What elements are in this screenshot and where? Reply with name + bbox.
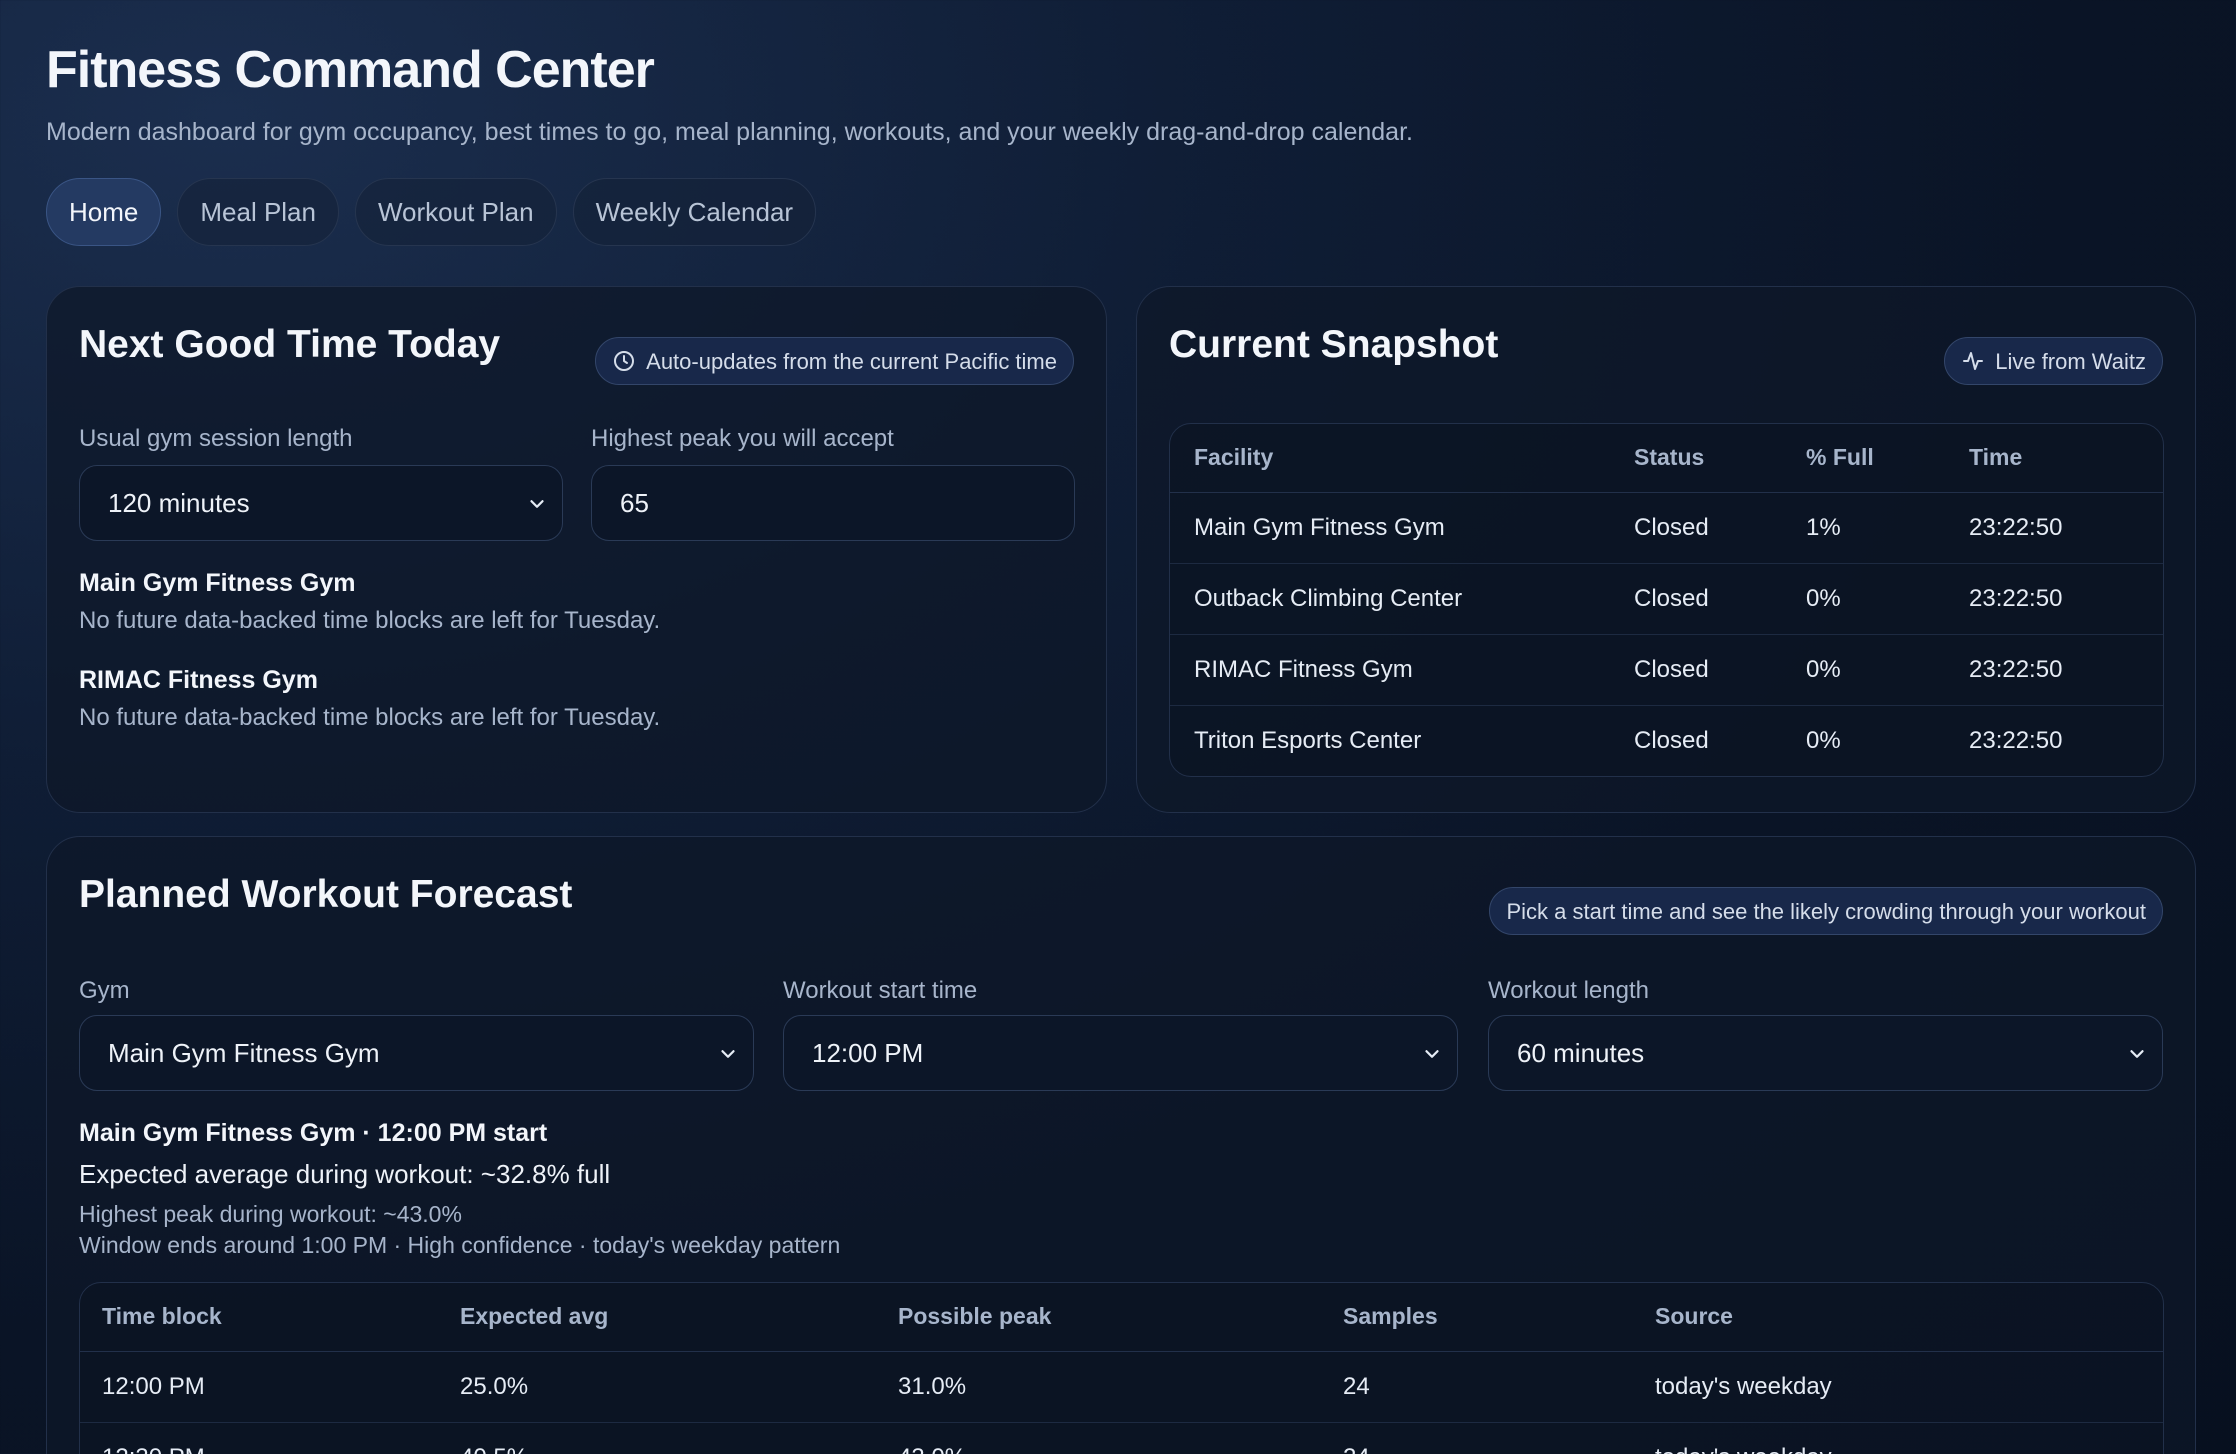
forecast-title: Planned Workout Forecast [79,873,573,916]
time-cell: 23:22:50 [1969,492,2163,564]
session-length-value: 120 minutes [108,488,250,518]
next-good-time-title: Next Good Time Today [79,323,501,366]
table-row: Outback Climbing Center Closed 0% 23:22:… [1170,563,2163,635]
start-time-select[interactable]: 12:00 PM [783,1015,1458,1091]
tab-meal-plan[interactable]: Meal Plan [177,178,339,246]
activity-icon [1963,352,1984,370]
status-cell: Closed [1634,726,1709,754]
possible-peak-cell: 43.0% [898,1422,1343,1454]
chevron-down-icon [721,1050,735,1058]
auto-update-text: Auto-updates from the current Pacific ti… [646,348,1057,374]
auto-update-badge: Auto-updates from the current Pacific ti… [595,337,1074,385]
facility-cell: Main Gym Fitness Gym [1170,492,1634,564]
snapshot-table: Facility Status % Full Time Main Gym Fit… [1169,423,2164,777]
possible-peak-cell: 31.0% [898,1351,1343,1423]
gym-name-main: Main Gym Fitness Gym [79,569,356,597]
column-header: Possible peak [898,1283,1343,1352]
forecast-summary-heading: Main Gym Fitness Gym · 12:00 PM start [79,1119,548,1147]
table-row: 12:00 PM 25.0% 31.0% 24 today's weekday [80,1351,2163,1423]
column-header: Time [1969,424,2163,493]
page-subtitle: Modern dashboard for gym occupancy, best… [46,118,1413,146]
next-good-time-card: Next Good Time Today Auto-updates from t… [46,286,1107,813]
column-header: Source [1655,1283,2163,1352]
tab-workout-plan[interactable]: Workout Plan [354,178,557,246]
percent-cell: 0% [1806,634,1969,706]
peak-accept-label: Highest peak you will accept [591,425,894,452]
column-header: Time block [80,1283,460,1352]
column-header: Facility [1170,424,1634,493]
expected-avg-cell: 40.5% [460,1422,898,1454]
table-row: RIMAC Fitness Gym Closed 0% 23:22:50 [1170,634,2163,706]
tab-weekly-calendar[interactable]: Weekly Calendar [572,178,817,246]
table-header-row: Time block Expected avg Possible peak Sa… [80,1283,2163,1352]
facility-cell: Outback Climbing Center [1170,563,1634,635]
status-cell: Closed [1634,634,1806,706]
session-length-label: Usual gym session length [79,425,353,452]
facility-cell: Triton Esports Center [1194,726,1422,754]
column-header: % Full [1806,424,1969,493]
snapshot-title: Current Snapshot [1169,323,1499,366]
gym-name-rimac: RIMAC Fitness Gym [79,666,318,694]
column-header: Expected avg [460,1283,898,1352]
chevron-down-icon [1425,1050,1439,1058]
column-header: Samples [1343,1283,1655,1352]
samples-cell: 24 [1343,1351,1655,1423]
workout-length-label: Workout length [1488,977,1649,1004]
workout-length-value: 60 minutes [1517,1038,1645,1068]
time-cell: 23:22:50 [1969,634,2163,706]
forecast-hint-text: Pick a start time and see the likely cro… [1506,898,2146,924]
samples-cell: 24 [1343,1422,1655,1454]
gym-note-rimac: No future data-backed time blocks are le… [79,704,661,731]
peak-accept-input[interactable]: 65 [591,465,1075,541]
status-cell: Closed [1634,563,1806,635]
main-tabs: Home Meal Plan Workout Plan Weekly Calen… [46,178,817,246]
start-time-label: Workout start time [783,977,978,1004]
forecast-window-note: Window ends around 1:00 PM · High confid… [79,1232,841,1258]
gym-note-main: No future data-backed time blocks are le… [79,607,661,634]
percent-cell: 0% [1806,563,1969,635]
page-title: Fitness Command Center [46,41,655,99]
chevron-down-icon [2130,1050,2144,1058]
table-row: Main Gym Fitness Gym Closed 1% 23:22:50 [1170,492,2163,564]
percent-cell: 0% [1806,726,1841,754]
time-block-cell: 12:00 PM [80,1351,460,1423]
column-header: Status [1634,424,1806,493]
current-snapshot-card: Current Snapshot Live from Waitz Facilit… [1136,286,2196,813]
gym-select-value: Main Gym Fitness Gym [108,1038,380,1068]
session-length-select[interactable]: 120 minutes [79,465,563,541]
table-row: Triton Esports Center Closed 0% 23:22:50 [1170,705,2163,776]
clock-icon [614,351,635,371]
gym-select[interactable]: Main Gym Fitness Gym [79,1015,754,1091]
forecast-expected-average: Expected average during workout: ~32.8% … [79,1159,611,1189]
facility-cell: RIMAC Fitness Gym [1170,634,1634,706]
workout-length-select[interactable]: 60 minutes [1488,1015,2163,1091]
workout-forecast-card: Planned Workout Forecast Pick a start ti… [46,836,2196,1454]
gym-select-label: Gym [79,977,130,1004]
source-cell: today's weekday [1655,1351,2163,1423]
forecast-table: Time block Expected avg Possible peak Sa… [79,1282,2164,1454]
time-block-cell: 12:30 PM [80,1422,460,1454]
forecast-hint-badge: Pick a start time and see the likely cro… [1489,887,2163,935]
tab-home[interactable]: Home [46,178,162,246]
table-header-row: Facility Status % Full Time [1170,424,2163,493]
time-cell: 23:22:50 [1969,563,2163,635]
percent-cell: 1% [1806,492,1969,564]
start-time-value: 12:00 PM [812,1038,924,1068]
status-cell: Closed [1634,492,1806,564]
time-cell: 23:22:50 [1969,726,2063,754]
source-cell: today's weekday [1655,1422,2163,1454]
expected-avg-cell: 25.0% [460,1351,898,1423]
forecast-highest-peak: Highest peak during workout: ~43.0% [79,1201,462,1227]
table-row: 12:30 PM 40.5% 43.0% 24 today's weekday [80,1422,2163,1454]
live-badge-text: Live from Waitz [1995,348,2146,374]
live-badge: Live from Waitz [1944,337,2163,385]
chevron-down-icon [530,500,544,508]
